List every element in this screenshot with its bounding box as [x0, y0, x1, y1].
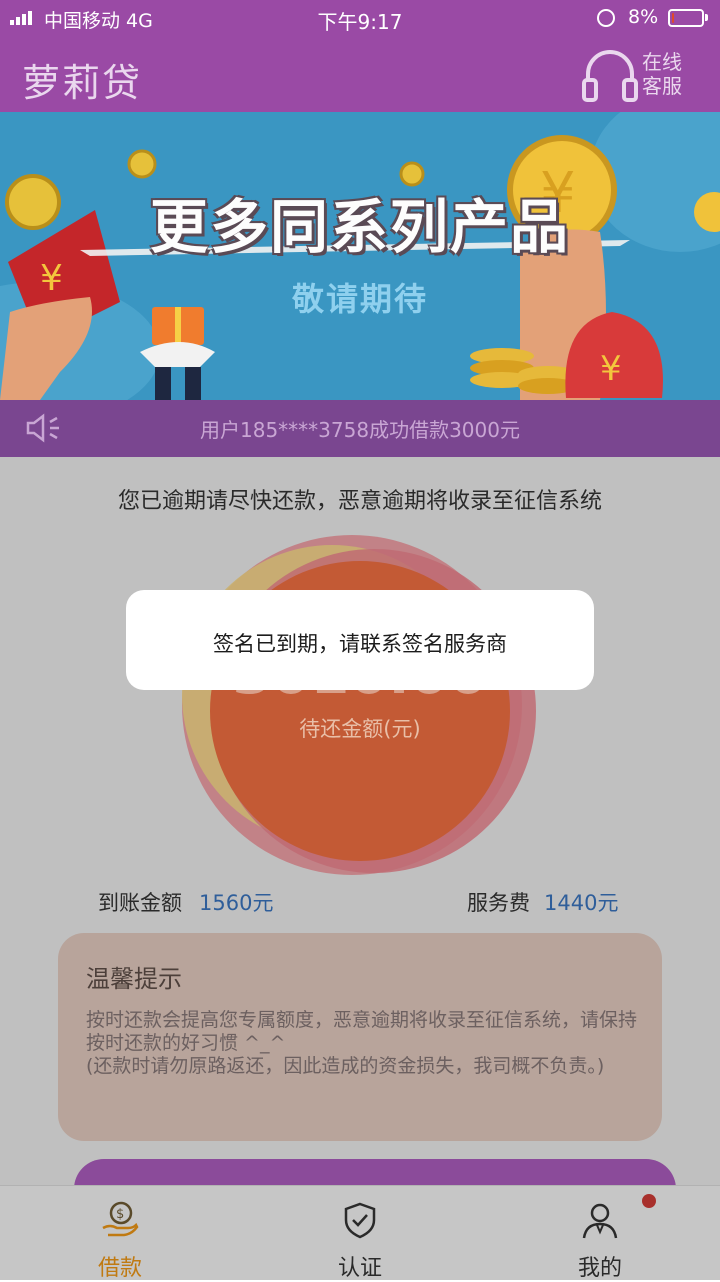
service-fee-label: 服务费 — [467, 891, 530, 915]
arrive-amount-label: 到账金额 — [98, 891, 182, 915]
battery-percent: 8% — [628, 6, 659, 28]
banner-subtitle: 敬请期待 — [291, 280, 428, 318]
banner-title: 更多同系列产品 — [149, 193, 570, 261]
status-bar: 中国移动 4G 下午9:17 8% — [0, 0, 720, 36]
tips-title: 温馨提示 — [86, 965, 182, 993]
alert-message: 签名已到期，请联系签名服务商 — [213, 632, 507, 656]
battery-level — [672, 13, 674, 23]
tab-mine-label: 我的 — [577, 1256, 622, 1281]
notice-marquee: 用户185****3758成功借款3000元 — [0, 400, 720, 457]
promo-banner[interactable]: ¥ ¥ ¥ 更多同系列产品 敬请期待 — [0, 112, 720, 400]
tab-verify-label: 认证 — [337, 1256, 382, 1281]
rotation-lock-icon — [597, 9, 615, 27]
repayment-panel: 您已逾期请尽快还款，恶意逾期将收录至征信系统 3010.00 待还金额(元) 到… — [0, 457, 720, 1219]
customer-service-button[interactable]: 在线 客服 — [580, 48, 710, 104]
shield-check-icon — [344, 1202, 376, 1239]
battery-cap — [705, 14, 708, 21]
tips-card: 温馨提示 按时还款会提高您专属额度，恶意逾期将收录至征信系统，请保持按时还款的好… — [58, 933, 662, 1141]
tab-verify[interactable]: 认证 — [280, 1186, 440, 1281]
tab-loan-label: 借款 — [97, 1256, 142, 1281]
svg-text:$: $ — [116, 1207, 124, 1222]
overdue-warning: 您已逾期请尽快还款，恶意逾期将收录至征信系统 — [117, 489, 602, 514]
user-icon — [582, 1203, 618, 1239]
arrive-amount-value: 1560元 — [199, 891, 274, 915]
tips-line: 按时还款会提高您专属额度，恶意逾期将收录至征信系统，请保持按时还款的好习惯 ^_… — [86, 1009, 638, 1054]
headset-icon — [582, 50, 638, 102]
svg-text:¥: ¥ — [600, 349, 622, 389]
battery-icon — [668, 9, 704, 27]
tips-line: (还款时请勿原路返还，因此造成的资金损失，我司概不负责。) — [86, 1055, 605, 1077]
app-title: 萝莉贷 — [22, 61, 143, 105]
tips-body: 按时还款会提高您专属额度，恶意逾期将收录至征信系统，请保持按时还款的好习惯 ^_… — [86, 1009, 646, 1078]
notification-badge — [642, 1194, 656, 1208]
app-header: 萝莉贷 在线 客服 — [0, 36, 720, 112]
amount-due-label: 待还金额(元) — [299, 717, 421, 741]
tab-loan[interactable]: $ 借款 — [40, 1186, 200, 1281]
service-fee-value: 1440元 — [544, 891, 619, 915]
tab-bar: $ 借款 认证 我的 — [0, 1185, 720, 1281]
customer-service-label: 在线 客服 — [642, 50, 682, 98]
loan-icon: $ — [102, 1201, 139, 1237]
marquee-text: 用户185****3758成功借款3000元 — [200, 418, 520, 442]
tab-mine[interactable]: 我的 — [520, 1186, 680, 1281]
alert-dialog[interactable]: 签名已到期，请联系签名服务商 — [126, 590, 594, 690]
